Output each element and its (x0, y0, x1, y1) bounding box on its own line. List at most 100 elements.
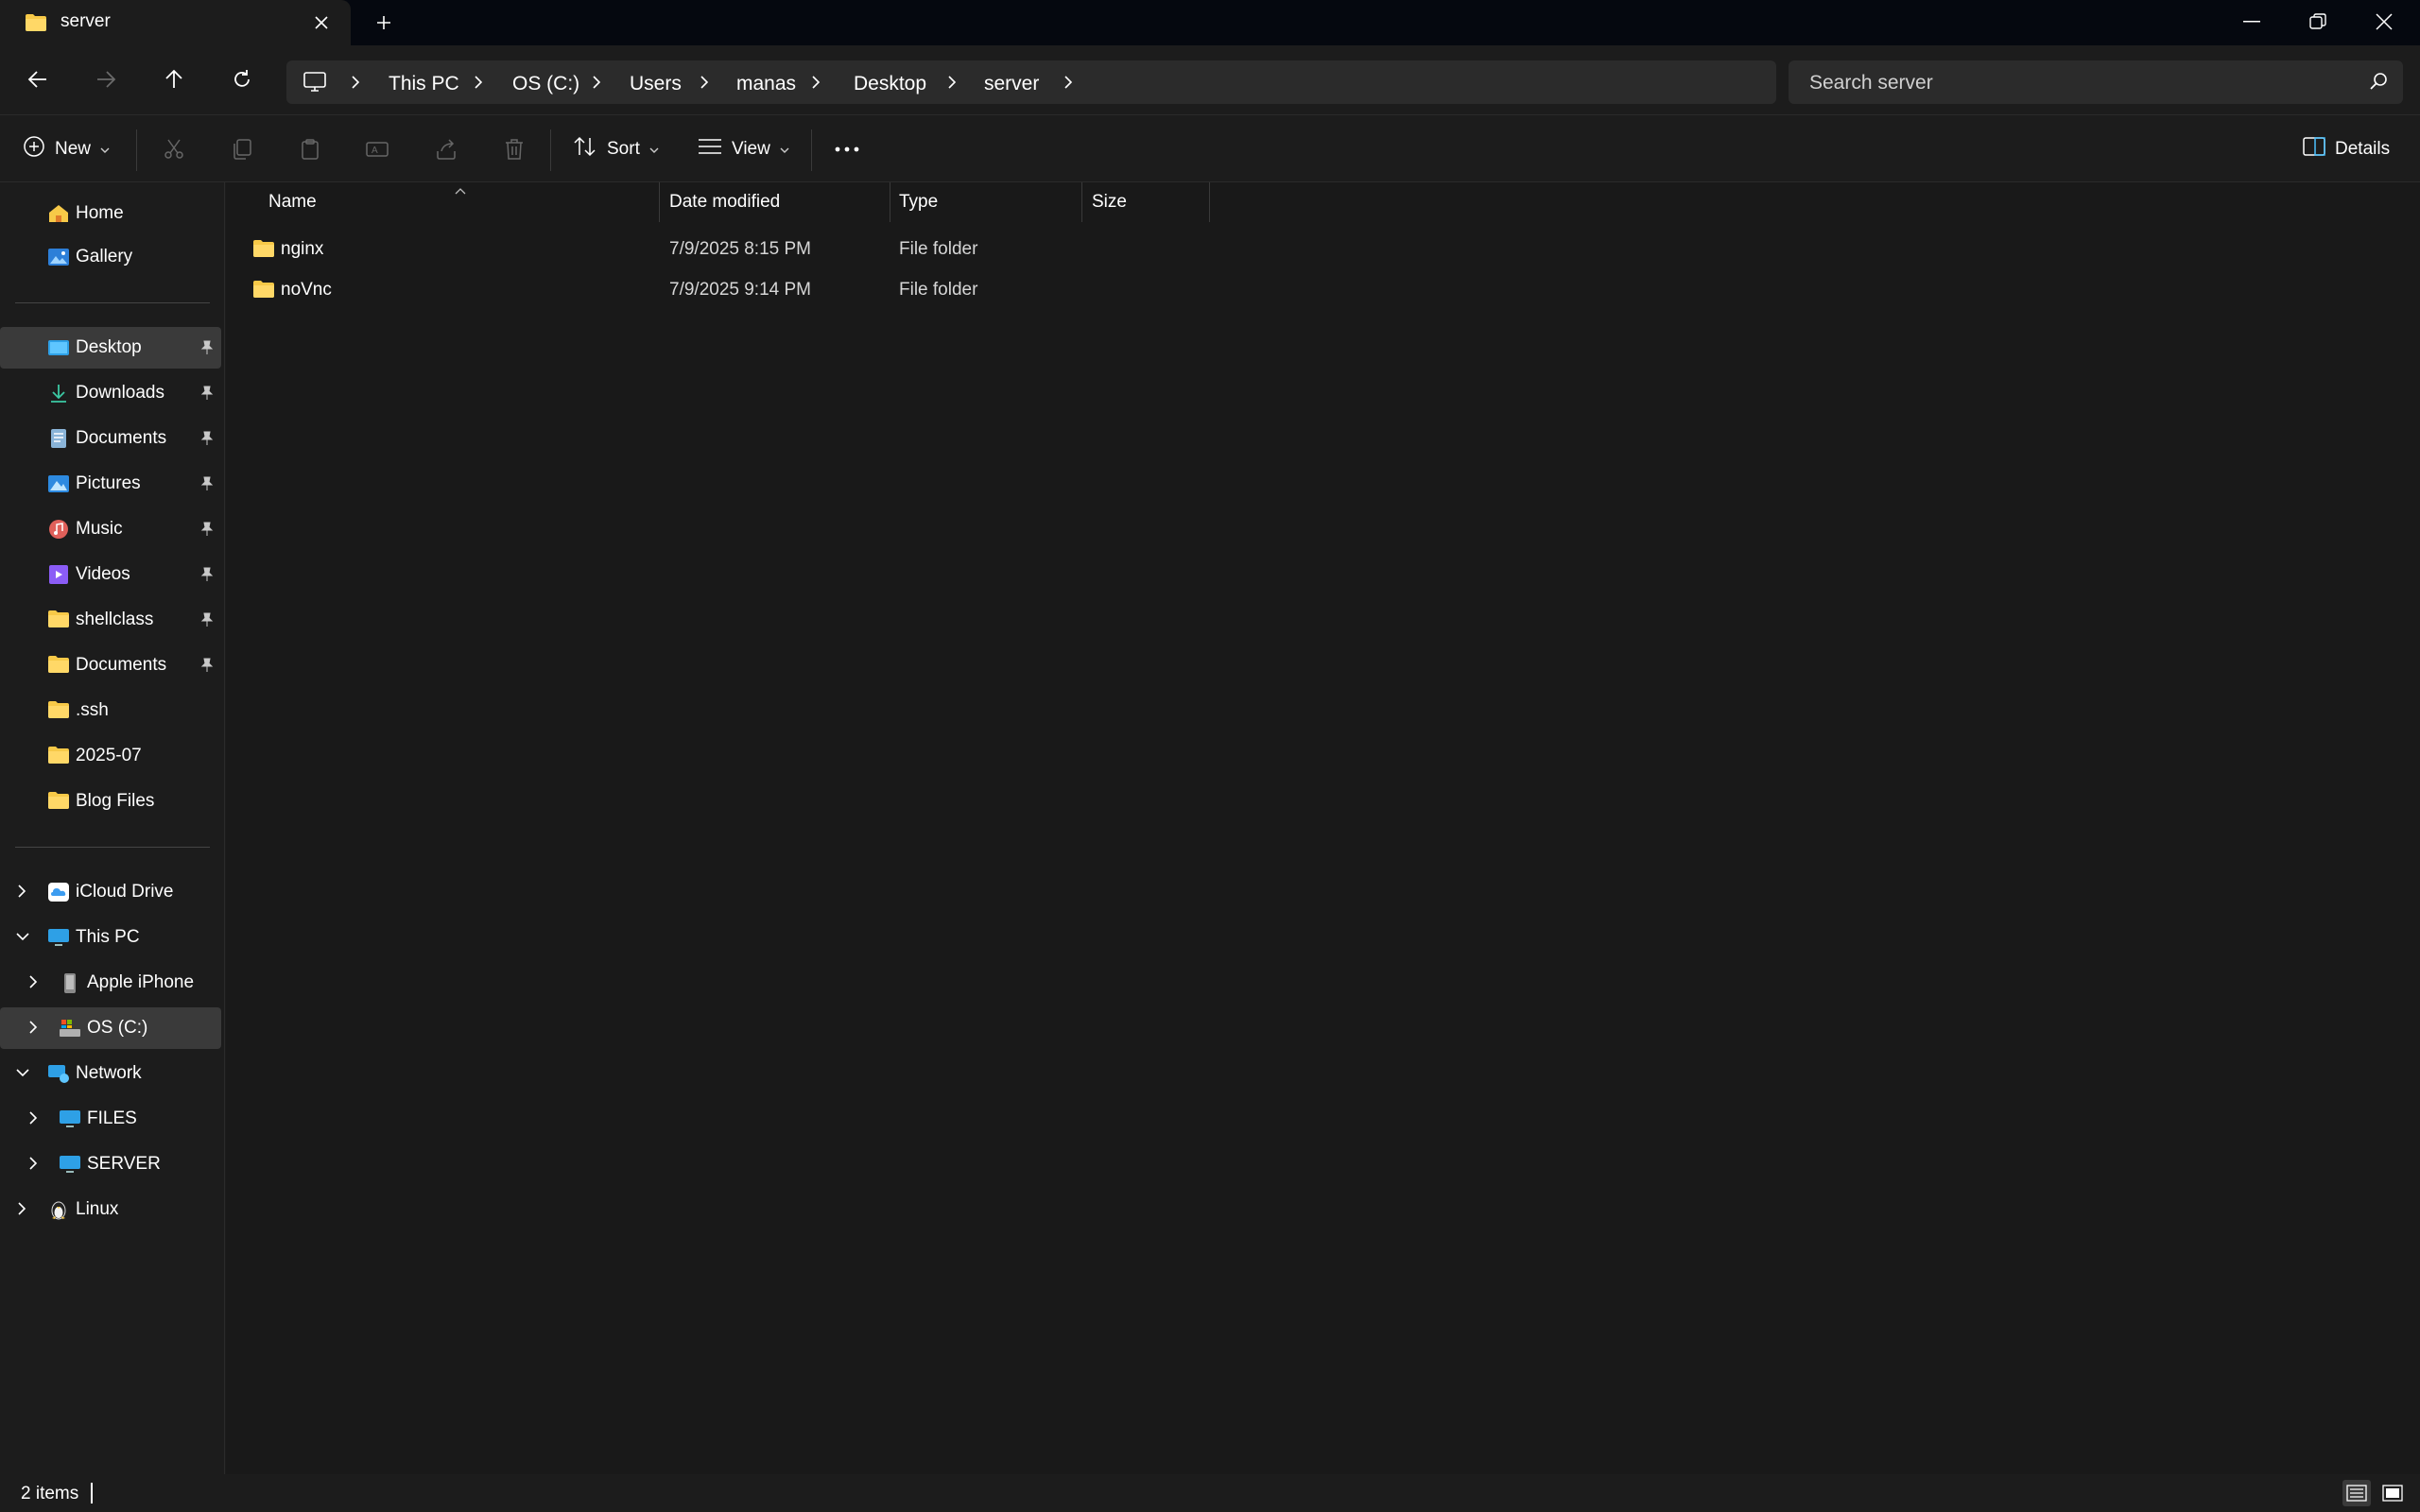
sidebar-item-2025-07[interactable]: 2025-07 (0, 735, 221, 777)
sidebar-item-apple-iphone[interactable]: Apple iPhone (0, 962, 221, 1004)
sidebar-item-server[interactable]: SERVER (0, 1143, 221, 1185)
sidebar-item-gallery[interactable]: Gallery (0, 236, 221, 278)
view-button[interactable]: View (698, 130, 789, 168)
sidebar-item-label: Documents (76, 428, 167, 448)
folder-icon (25, 13, 47, 32)
minimize-icon[interactable] (2220, 0, 2284, 43)
chevron-down-icon[interactable] (15, 1065, 30, 1082)
sidebar-item-documents[interactable]: Documents (0, 418, 221, 459)
sidebar-item-os-c[interactable]: OS (C:) (0, 1007, 221, 1049)
chevron-right-icon[interactable] (947, 75, 960, 92)
sidebar-item-linux[interactable]: Linux (0, 1189, 221, 1230)
sidebar-item-music[interactable]: Music (0, 508, 221, 550)
table-row[interactable]: nginx 7/9/2025 8:15 PM File folder (249, 230, 1440, 269)
tab-server[interactable]: server (0, 0, 351, 45)
pin-icon[interactable] (200, 340, 214, 360)
column-divider[interactable] (1209, 182, 1210, 222)
sidebar-item-this-pc[interactable]: This PC (0, 917, 221, 958)
pin-icon[interactable] (200, 522, 214, 541)
new-button[interactable]: New (23, 130, 110, 168)
restore-icon[interactable] (2286, 0, 2350, 43)
sidebar-item-videos[interactable]: Videos (0, 554, 221, 595)
chevron-right-icon[interactable] (351, 75, 364, 92)
search-icon[interactable] (2369, 72, 2388, 95)
forward-arrow-icon[interactable] (87, 60, 125, 98)
up-arrow-icon[interactable] (155, 60, 193, 98)
column-divider[interactable] (1081, 182, 1082, 222)
details-view-icon[interactable] (2342, 1480, 2371, 1506)
chevron-right-icon[interactable] (1063, 75, 1077, 92)
pin-icon[interactable] (200, 431, 214, 451)
sidebar-item-shellclass[interactable]: shellclass (0, 599, 221, 641)
share-icon[interactable] (427, 130, 465, 168)
back-arrow-icon[interactable] (19, 60, 57, 98)
chevron-right-icon[interactable] (700, 75, 713, 92)
sidebar-item-icloud-drive[interactable]: iCloud Drive (0, 871, 221, 913)
chevron-down-icon[interactable] (15, 929, 30, 946)
this-pc-icon[interactable] (303, 72, 326, 97)
chevron-right-icon[interactable] (28, 1020, 38, 1040)
chevron-right-icon[interactable] (474, 75, 487, 92)
file-name[interactable]: nginx (281, 239, 323, 260)
divider (136, 129, 137, 171)
sidebar-item-downloads[interactable]: Downloads (0, 372, 221, 414)
column-header-type[interactable]: Type (899, 192, 938, 224)
table-row[interactable]: noVnc 7/9/2025 9:14 PM File folder (249, 270, 1440, 310)
drive-icon (59, 1018, 81, 1039)
sidebar-item-desktop[interactable]: Desktop (0, 327, 221, 369)
breadcrumb-server[interactable]: server (984, 73, 1039, 95)
pin-icon[interactable] (200, 386, 214, 405)
chevron-right-icon[interactable] (28, 1110, 38, 1130)
sidebar-item-pictures[interactable]: Pictures (0, 463, 221, 505)
chevron-right-icon[interactable] (811, 75, 824, 92)
address-bar[interactable]: This PC OS (C:) Users manas Desktop serv… (286, 60, 1776, 104)
pin-icon[interactable] (200, 612, 214, 632)
desktop-icon (47, 337, 70, 358)
breadcrumb-users[interactable]: Users (630, 73, 682, 95)
new-tab-icon[interactable] (371, 9, 397, 36)
column-divider[interactable] (659, 182, 660, 222)
copy-icon[interactable] (223, 130, 261, 168)
file-list[interactable]: Name Date modified Type Size nginx 7/9/2… (226, 182, 2420, 1474)
more-options-icon[interactable] (828, 130, 866, 168)
network-icon (47, 1063, 70, 1084)
large-icons-view-icon[interactable] (2378, 1480, 2407, 1506)
delete-icon[interactable] (495, 130, 533, 168)
cut-icon[interactable] (155, 130, 193, 168)
close-window-icon[interactable] (2352, 0, 2416, 43)
chevron-right-icon[interactable] (28, 974, 38, 994)
pin-icon[interactable] (200, 658, 214, 678)
search-placeholder: Search server (1809, 72, 1933, 94)
computer-icon (59, 1108, 81, 1129)
rename-icon[interactable]: A (359, 130, 397, 168)
documents-icon (47, 428, 70, 449)
breadcrumb-os-c[interactable]: OS (C:) (512, 73, 579, 95)
sort-button[interactable]: Sort (573, 130, 659, 168)
sidebar-item-ssh[interactable]: .ssh (0, 690, 221, 731)
chevron-right-icon[interactable] (17, 884, 26, 903)
search-input[interactable]: Search server (1789, 60, 2403, 104)
sidebar-item-label: SERVER (87, 1154, 161, 1174)
refresh-icon[interactable] (223, 60, 261, 98)
details-button[interactable]: Details (2303, 130, 2390, 168)
column-header-size[interactable]: Size (1092, 192, 1127, 224)
breadcrumb-this-pc[interactable]: This PC (389, 73, 459, 95)
paste-icon[interactable] (291, 130, 329, 168)
close-tab-icon[interactable] (308, 9, 335, 36)
sidebar-item-documents-folder[interactable]: Documents (0, 644, 221, 686)
sidebar-item-files[interactable]: FILES (0, 1098, 221, 1140)
chevron-right-icon[interactable] (28, 1156, 38, 1176)
navigation-pane: Home Gallery Desktop Downloads Documents (0, 182, 225, 1474)
pin-icon[interactable] (200, 567, 214, 587)
pin-icon[interactable] (200, 476, 214, 496)
chevron-right-icon[interactable] (17, 1201, 26, 1221)
sidebar-item-home[interactable]: Home (0, 193, 221, 234)
column-header-date-modified[interactable]: Date modified (669, 192, 780, 224)
chevron-right-icon[interactable] (592, 75, 605, 92)
breadcrumb-manas[interactable]: manas (736, 73, 796, 95)
file-name[interactable]: noVnc (281, 280, 332, 301)
breadcrumb-desktop[interactable]: Desktop (854, 73, 926, 95)
sidebar-item-blog-files[interactable]: Blog Files (0, 781, 221, 822)
column-header-name[interactable]: Name (268, 192, 317, 224)
sidebar-item-network[interactable]: Network (0, 1053, 221, 1094)
